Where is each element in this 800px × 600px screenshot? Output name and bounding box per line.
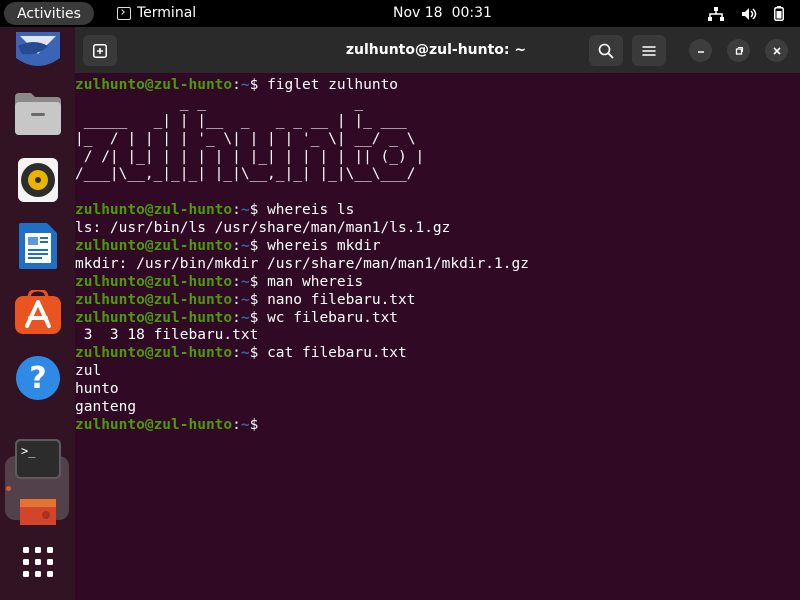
close-icon — [772, 46, 781, 55]
terminal-launcher[interactable]: >_ — [13, 434, 63, 484]
battery-icon — [774, 6, 784, 21]
prompt-path: ~ — [240, 291, 250, 308]
terminal-prompt-line: zulhunto@zul-hunto:~$ man whereis — [75, 273, 364, 290]
prompt-path: ~ — [240, 416, 250, 433]
search-icon — [598, 43, 614, 58]
terminal-output-line: 3 3 18 filebaru.txt — [75, 327, 259, 344]
command-text: figlet zulhunto — [267, 77, 399, 93]
maximize-button[interactable] — [727, 39, 750, 62]
prompt-path: ~ — [240, 309, 250, 326]
prompt-user: zulhunto@zul-hunto — [75, 309, 233, 326]
command-text: cat filebaru.txt — [267, 345, 407, 362]
terminal-window: zulhunto@zul-hunto: ~ zulhunto@zul-hunto… — [75, 27, 800, 600]
prompt-user: zulhunto@zul-hunto — [75, 202, 233, 219]
rhythmbox-icon — [18, 158, 58, 202]
app-menu-button[interactable]: Terminal — [117, 5, 196, 21]
prompt-user: zulhunto@zul-hunto — [75, 291, 233, 308]
terminal-output-line: / /| |_| | | | | | |_| | | | | || (_) | — [75, 148, 425, 165]
prompt-user: zulhunto@zul-hunto — [75, 77, 233, 93]
help-icon: ? — [16, 356, 60, 400]
terminal-prompt-line: zulhunto@zul-hunto:~$ — [75, 416, 268, 433]
top-bar: Activities Terminal Nov 18 00:31 — [0, 0, 800, 27]
libreoffice-writer-launcher[interactable] — [13, 221, 63, 271]
terminal-prompt-line: zulhunto@zul-hunto:~$ whereis mkdir — [75, 238, 381, 255]
clock-time: 00:31 — [451, 5, 492, 21]
system-tray[interactable] — [708, 6, 784, 21]
prompt-path: ~ — [240, 345, 250, 362]
command-text: man whereis — [267, 273, 364, 290]
minimize-icon — [697, 50, 704, 53]
software-center-launcher[interactable] — [13, 287, 63, 337]
app-menu-label: Terminal — [137, 5, 197, 21]
clock-button[interactable]: Nov 18 00:31 — [393, 5, 492, 21]
terminal-icon: >_ — [15, 439, 61, 479]
close-button[interactable] — [765, 39, 788, 62]
rhythmbox-launcher[interactable] — [13, 155, 63, 205]
header-bar[interactable]: zulhunto@zul-hunto: ~ — [75, 27, 800, 73]
activities-button[interactable]: Activities — [4, 2, 94, 25]
terminal-output-line: ls: /usr/bin/ls /usr/share/man/man1/ls.1… — [75, 220, 451, 237]
command-text: nano filebaru.txt — [267, 291, 416, 308]
command-text: whereis ls — [267, 202, 355, 219]
prompt-user: zulhunto@zul-hunto — [75, 416, 233, 433]
svg-text:>_: >_ — [21, 444, 36, 458]
search-button[interactable] — [589, 35, 623, 66]
app-launcher-partial[interactable] — [13, 497, 63, 527]
prompt-path: ~ — [240, 202, 250, 219]
thunderbird-icon — [16, 32, 60, 66]
network-icon — [708, 6, 724, 21]
terminal-output-line: _____ _| | |__ _ _ _ __ | |_ ___ — [75, 112, 407, 129]
volume-icon — [741, 7, 757, 21]
prompt-path: ~ — [240, 77, 250, 93]
prompt-user: zulhunto@zul-hunto — [75, 273, 233, 290]
clock-date: Nov 18 — [393, 5, 443, 21]
terminal-output[interactable]: zulhunto@zul-hunto:~$ figlet zulhunto _ … — [75, 77, 529, 435]
terminal-prompt-line: zulhunto@zul-hunto:~$ figlet zulhunto — [75, 77, 399, 93]
terminal-prompt-line: zulhunto@zul-hunto:~$ nano filebaru.txt — [75, 291, 416, 308]
terminal-output-line: |_ / | | | | '_ \| | | | '_ \| __/ _ \ — [75, 130, 416, 147]
command-text: wc filebaru.txt — [267, 309, 399, 326]
terminal-output-line: zul — [75, 363, 102, 380]
terminal-output-line: mkdir: /usr/bin/mkdir /usr/share/man/man… — [75, 255, 529, 272]
menu-button[interactable] — [632, 35, 666, 66]
show-apps-button[interactable] — [13, 537, 63, 587]
terminal-prompt-line: zulhunto@zul-hunto:~$ cat filebaru.txt — [75, 345, 407, 362]
show-apps-grid-icon — [23, 547, 53, 577]
prompt-path: ~ — [240, 238, 250, 255]
svg-text:?: ? — [29, 361, 46, 396]
app-partial-icon — [20, 499, 56, 525]
thunderbird-launcher[interactable] — [13, 27, 63, 77]
restore-icon — [735, 46, 743, 55]
terminal-output-line: ganteng — [75, 399, 137, 416]
terminal-output-line: /___|\__,_|_|_| |_|\__,_|_| |_|\__\___/ — [75, 166, 416, 183]
hamburger-menu-icon — [642, 45, 656, 56]
minimize-button[interactable] — [689, 39, 712, 62]
terminal-prompt-line: zulhunto@zul-hunto:~$ whereis ls — [75, 202, 355, 219]
prompt-path: ~ — [240, 273, 250, 290]
libreoffice-writer-icon — [19, 223, 57, 269]
files-icon — [15, 93, 61, 135]
command-text: whereis mkdir — [267, 238, 381, 255]
running-indicator — [6, 486, 11, 491]
terminal-output-line: hunto — [75, 381, 119, 398]
terminal-output-line: _ _ _ — [75, 94, 364, 111]
dock: ? >_ — [0, 27, 75, 600]
software-center-icon — [15, 290, 61, 334]
terminal-app-icon — [117, 6, 131, 20]
prompt-user: zulhunto@zul-hunto — [75, 238, 233, 255]
help-launcher[interactable]: ? — [13, 353, 63, 403]
prompt-user: zulhunto@zul-hunto — [75, 345, 233, 362]
files-launcher[interactable] — [13, 89, 63, 139]
terminal-prompt-line: zulhunto@zul-hunto:~$ wc filebaru.txt — [75, 309, 399, 326]
